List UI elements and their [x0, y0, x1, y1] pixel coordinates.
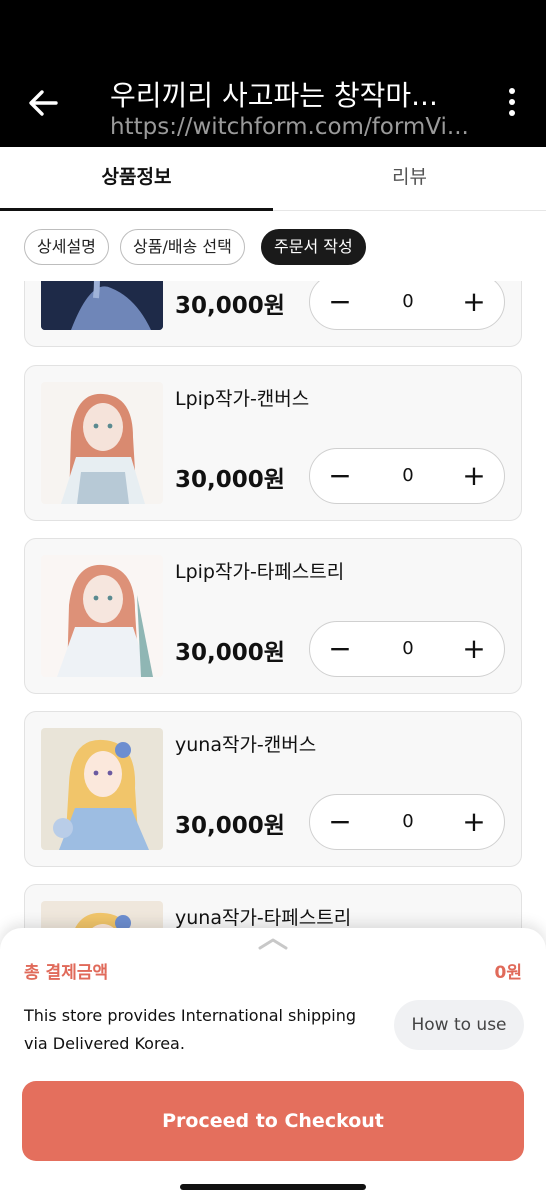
quantity-stepper: − 0 + [309, 794, 505, 850]
product-thumbnail [41, 382, 163, 504]
product-card: Lpip작가-타페스트리 30,000원 − 0 + [24, 538, 522, 694]
home-indicator [180, 1184, 366, 1190]
increase-button[interactable]: + [456, 632, 492, 668]
chip-order-form[interactable]: 주문서 작성 [261, 229, 366, 265]
product-name: Lpip작가-타페스트리 [175, 561, 345, 583]
quantity-stepper: − 0 + [309, 448, 505, 504]
quantity-value: 0 [402, 465, 414, 486]
product-name: Lpip작가-캔버스 [175, 388, 310, 410]
product-price: 30,000원 [175, 640, 285, 666]
app-bar: 우리끼리 사고파는 창작마... https://witchform.com/f… [0, 0, 546, 147]
product-card: yuna작가-캔버스 30,000원 − 0 + [24, 711, 522, 867]
total-amount-value: 0원 [494, 963, 522, 983]
total-amount-label: 총 결제금액 [24, 963, 109, 983]
page-url: https://witchform.com/formVi... [110, 114, 469, 140]
tab-product-info[interactable]: 상품정보 [0, 147, 273, 211]
quantity-value: 0 [402, 638, 414, 659]
section-chips: 상세설명 상품/배송 선택 주문서 작성 [0, 211, 546, 281]
back-arrow-icon[interactable] [28, 88, 58, 118]
decrease-button[interactable]: − [322, 285, 358, 321]
page-title: 우리끼리 사고파는 창작마... [110, 79, 438, 112]
decrease-button[interactable]: − [322, 632, 358, 668]
quantity-value: 0 [402, 811, 414, 832]
how-to-use-button[interactable]: How to use [394, 1000, 524, 1050]
increase-button[interactable]: + [456, 285, 492, 321]
decrease-button[interactable]: − [322, 805, 358, 841]
checkout-button[interactable]: Proceed to Checkout [22, 1081, 524, 1161]
chip-product-shipping[interactable]: 상품/배송 선택 [120, 229, 245, 265]
tab-reviews[interactable]: 리뷰 [273, 147, 546, 211]
product-name: yuna작가-캔버스 [175, 734, 317, 756]
product-card: Lpip작가-캔버스 30,000원 − 0 + [24, 365, 522, 521]
chevron-up-icon[interactable] [258, 936, 288, 950]
quantity-value: 0 [402, 291, 414, 312]
product-thumbnail [41, 728, 163, 850]
shipping-notice: This store provides International shippi… [24, 1006, 357, 1053]
increase-button[interactable]: + [456, 459, 492, 495]
quantity-stepper: − 0 + [309, 274, 505, 330]
increase-button[interactable]: + [456, 805, 492, 841]
checkout-sheet: 총 결제금액 0원 This store provides Internatio… [0, 928, 546, 1200]
chip-details[interactable]: 상세설명 [24, 229, 109, 265]
quantity-stepper: − 0 + [309, 621, 505, 677]
product-thumbnail [41, 555, 163, 677]
product-price: 30,000원 [175, 467, 285, 493]
product-price: 30,000원 [175, 813, 285, 839]
more-options-icon[interactable] [504, 88, 520, 122]
product-price: 30,000원 [175, 293, 285, 319]
product-name: yuna작가-타페스트리 [175, 907, 352, 929]
tab-bar: 상품정보 리뷰 [0, 147, 546, 211]
decrease-button[interactable]: − [322, 459, 358, 495]
